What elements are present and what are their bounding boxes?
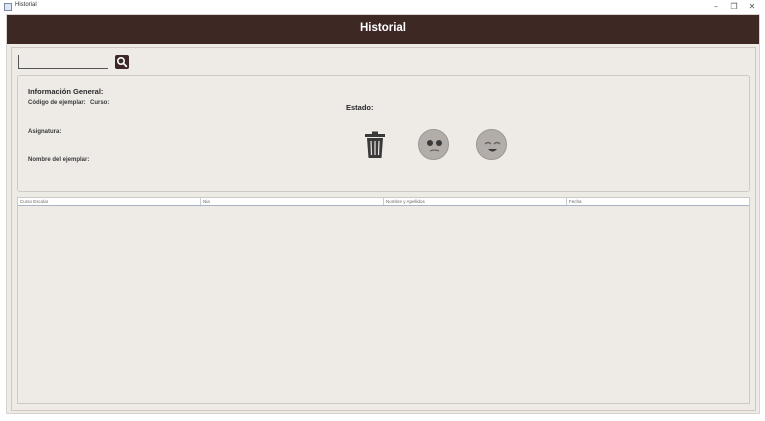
- curso-label: Curso:: [90, 100, 110, 106]
- delete-button[interactable]: [364, 131, 386, 164]
- happy-face-icon: [476, 129, 507, 160]
- info-heading: Información General:: [28, 87, 104, 96]
- history-table[interactable]: Curso Escolar Nia Nombre y Apellidos Fec…: [17, 197, 750, 404]
- minimize-button[interactable]: –: [709, 1, 723, 13]
- table-header: Curso Escolar Nia Nombre y Apellidos Fec…: [18, 198, 749, 206]
- codigo-label: Código de ejemplar:: [28, 100, 86, 106]
- column-header-curso[interactable]: Curso Escolar: [18, 198, 201, 205]
- window-titlebar: Historial – ❐ ✕: [0, 0, 765, 14]
- sad-face-icon: [418, 129, 449, 160]
- window-title: Historial: [15, 2, 37, 8]
- app-icon: [4, 3, 12, 11]
- trash-icon: [365, 131, 385, 158]
- info-panel: Información General: Código de ejemplar:…: [17, 75, 750, 192]
- page-title: Historial: [359, 22, 406, 34]
- main-frame: Historial Información General: Código de…: [6, 14, 760, 414]
- happy-face-button[interactable]: [476, 129, 507, 160]
- sad-face-button[interactable]: [418, 129, 449, 160]
- page-header: Historial: [7, 15, 759, 44]
- nombre-label: Nombre del ejemplar:: [28, 157, 90, 163]
- column-header-nombre[interactable]: Nombre y Apellidos: [384, 198, 567, 205]
- content-panel: Información General: Código de ejemplar:…: [11, 47, 756, 411]
- column-header-nia[interactable]: Nia: [201, 198, 384, 205]
- close-button[interactable]: ✕: [745, 1, 759, 13]
- asignatura-label: Asignatura:: [28, 129, 62, 135]
- maximize-button[interactable]: ❐: [727, 1, 741, 13]
- column-header-fecha[interactable]: Fecha: [567, 198, 749, 205]
- search-input[interactable]: [18, 55, 108, 69]
- search-icon: [116, 56, 128, 68]
- search-button[interactable]: [115, 55, 129, 69]
- estado-label: Estado:: [346, 103, 374, 112]
